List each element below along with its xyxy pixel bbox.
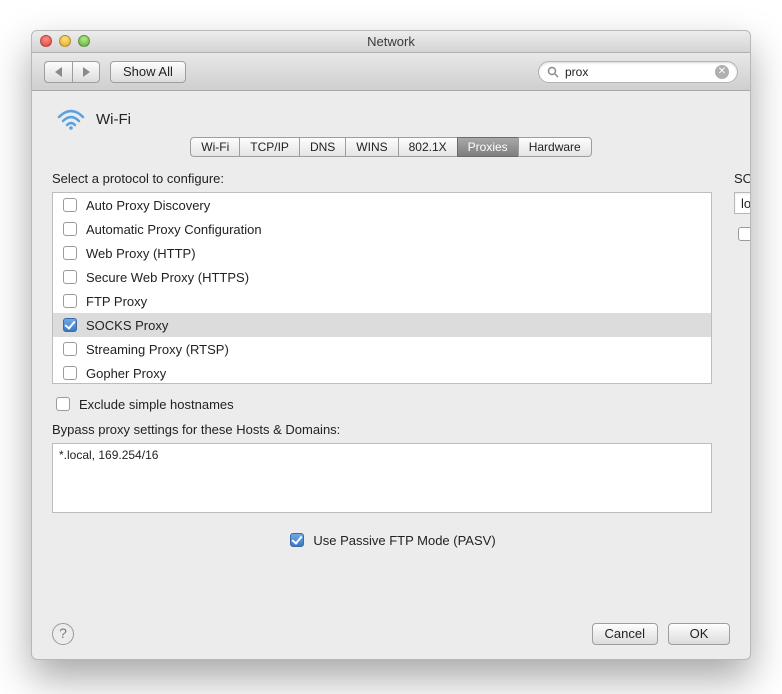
toolbar: Show All ✕ (32, 53, 750, 91)
protocol-checkbox[interactable] (63, 270, 77, 284)
protocol-label: Automatic Proxy Configuration (86, 222, 262, 237)
titlebar: Network (32, 31, 750, 53)
search-field[interactable]: ✕ (538, 61, 738, 83)
window-controls (40, 35, 90, 47)
network-preferences-window: Network Show All ✕ Wi-Fi Wi-FiTCP/IPDNSW… (31, 30, 751, 660)
tab-wins[interactable]: WINS (345, 137, 397, 157)
search-icon (547, 66, 559, 78)
bypass-textarea[interactable] (52, 443, 712, 513)
search-input[interactable] (563, 64, 711, 80)
exclude-hostnames-label: Exclude simple hostnames (79, 397, 234, 412)
protocol-label: SOCKS Proxy (86, 318, 168, 333)
passive-ftp-checkbox[interactable] (290, 533, 304, 547)
tab-proxies[interactable]: Proxies (457, 137, 518, 157)
back-button[interactable] (44, 61, 72, 83)
protocol-row[interactable]: SOCKS Proxy (53, 313, 711, 337)
protocol-label: Secure Web Proxy (HTTPS) (86, 270, 249, 285)
forward-button[interactable] (72, 61, 100, 83)
protocol-checkbox[interactable] (63, 294, 77, 308)
protocol-row[interactable]: Streaming Proxy (RTSP) (53, 337, 711, 361)
interface-header: Wi-Fi (56, 107, 730, 131)
protocol-checkbox[interactable] (63, 222, 77, 236)
protocol-label: Gopher Proxy (86, 366, 166, 381)
protocol-row[interactable]: Web Proxy (HTTP) (53, 241, 711, 265)
server-title: SOCKS Proxy Server (734, 171, 751, 186)
tab-hardware[interactable]: Hardware (518, 137, 592, 157)
protocol-row[interactable]: Auto Proxy Discovery (53, 193, 711, 217)
protocol-checkbox[interactable] (63, 366, 77, 380)
exclude-hostnames-checkbox[interactable] (56, 397, 70, 411)
wifi-icon (56, 107, 86, 131)
protocol-label: Streaming Proxy (RTSP) (86, 342, 229, 357)
tab-8021x[interactable]: 802.1X (398, 137, 457, 157)
tab-dns[interactable]: DNS (299, 137, 345, 157)
clear-search-icon[interactable]: ✕ (715, 65, 729, 79)
chevron-right-icon (83, 67, 90, 77)
protocol-row[interactable]: Secure Web Proxy (HTTPS) (53, 265, 711, 289)
proxy-host-input[interactable] (734, 192, 751, 214)
protocol-checkbox[interactable] (63, 198, 77, 212)
interface-name: Wi-Fi (96, 111, 131, 128)
nav-segment (44, 61, 100, 83)
auth-required-checkbox[interactable] (738, 227, 751, 241)
close-window-button[interactable] (40, 35, 52, 47)
protocol-label: FTP Proxy (86, 294, 147, 309)
bypass-label: Bypass proxy settings for these Hosts & … (52, 422, 712, 437)
protocol-row[interactable]: Automatic Proxy Configuration (53, 217, 711, 241)
chevron-left-icon (55, 67, 62, 77)
help-button[interactable]: ? (52, 623, 74, 645)
protocol-checkbox[interactable] (63, 246, 77, 260)
username-label: Username: (734, 254, 751, 269)
password-label: Password: (734, 282, 751, 297)
protocol-label: Select a protocol to configure: (52, 171, 712, 186)
protocol-list[interactable]: Auto Proxy Discovery Automatic Proxy Conf… (52, 192, 712, 384)
ok-button[interactable]: OK (668, 623, 730, 645)
passive-ftp-label: Use Passive FTP Mode (PASV) (313, 533, 495, 548)
tab-wifi[interactable]: Wi-Fi (190, 137, 239, 157)
show-all-button[interactable]: Show All (110, 61, 186, 83)
protocol-row[interactable]: Gopher Proxy (53, 361, 711, 385)
cancel-button[interactable]: Cancel (592, 623, 658, 645)
minimize-window-button[interactable] (59, 35, 71, 47)
tab-bar: Wi-FiTCP/IPDNSWINS802.1XProxiesHardware (52, 137, 730, 157)
zoom-window-button[interactable] (78, 35, 90, 47)
protocol-label: Auto Proxy Discovery (86, 198, 210, 213)
panel-body: Wi-Fi Wi-FiTCP/IPDNSWINS802.1XProxiesHar… (32, 91, 750, 659)
protocol-label: Web Proxy (HTTP) (86, 246, 196, 261)
window-title: Network (367, 34, 415, 49)
tab-tcpip[interactable]: TCP/IP (239, 137, 299, 157)
protocol-checkbox[interactable] (63, 342, 77, 356)
footer: ? Cancel OK (52, 623, 730, 645)
protocol-checkbox[interactable] (63, 318, 77, 332)
protocol-row[interactable]: FTP Proxy (53, 289, 711, 313)
